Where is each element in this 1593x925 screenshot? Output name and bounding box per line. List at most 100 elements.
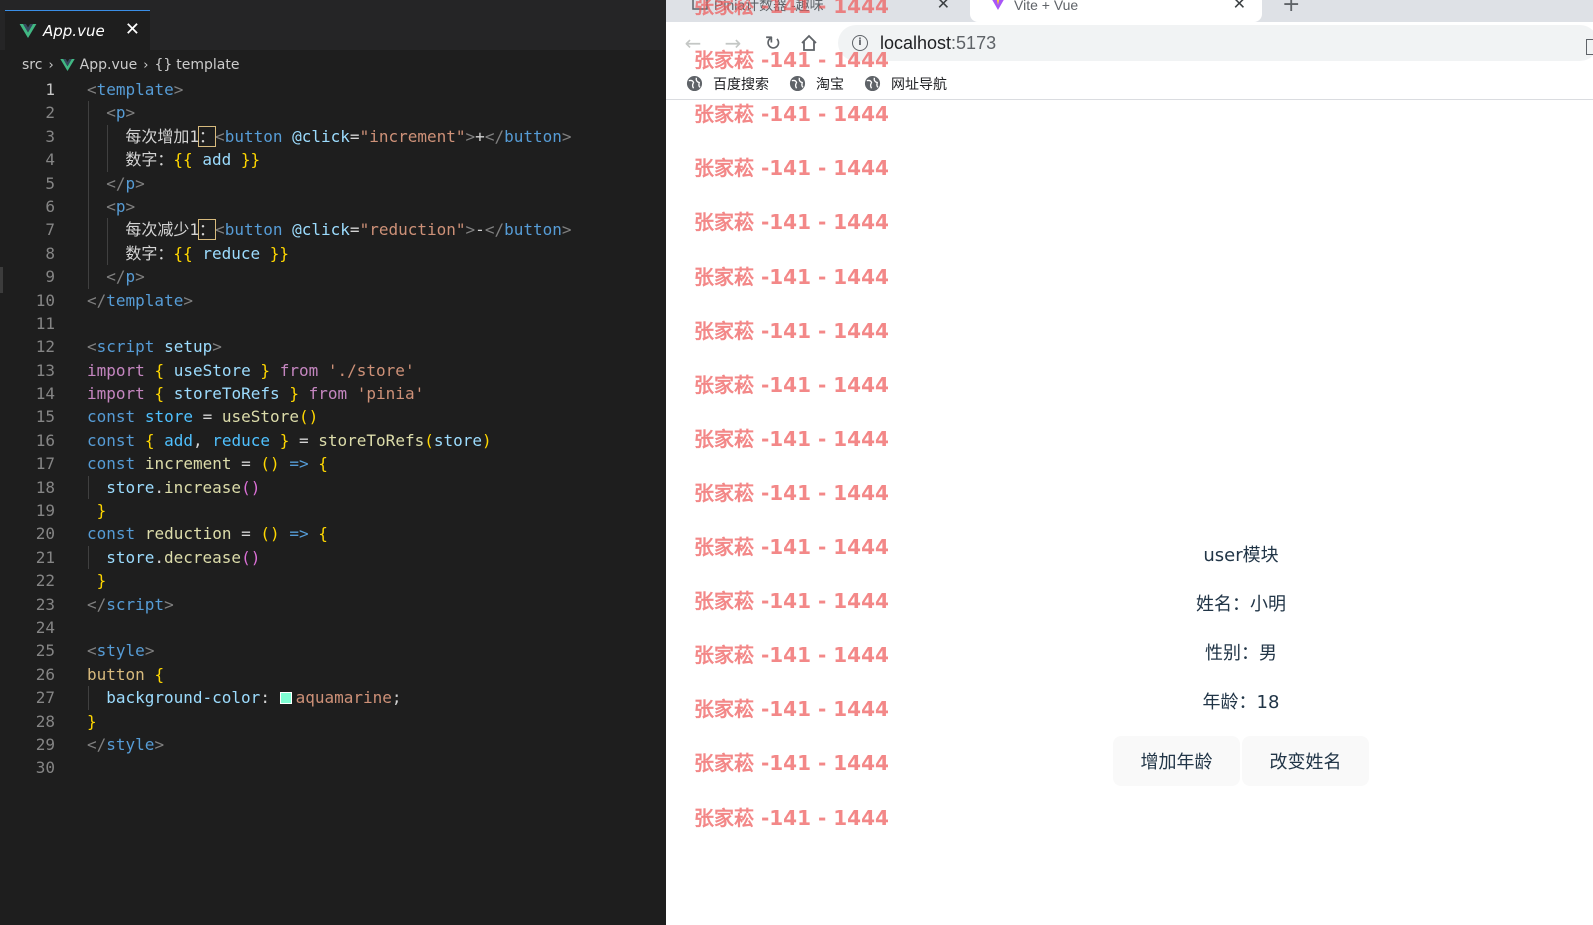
- line-number: 8: [45, 243, 55, 263]
- breadcrumb-folder[interactable]: src: [22, 57, 42, 73]
- line-number: 6: [45, 196, 55, 216]
- watermark-text: 张家菘 -141 - 1444: [694, 589, 889, 614]
- change-name-button[interactable]: 改变姓名: [1242, 736, 1369, 786]
- globe-icon: [789, 75, 806, 92]
- code-token: }: [289, 384, 299, 404]
- code-line[interactable]: 2 <p>: [0, 101, 666, 125]
- tab-app-vue[interactable]: App.vue ✕: [5, 10, 150, 50]
- line-number: 1: [45, 80, 55, 99]
- code-line[interactable]: 28}: [0, 710, 666, 733]
- code-line[interactable]: 22 }: [0, 569, 666, 592]
- code-text: }: [87, 710, 97, 733]
- code-line[interactable]: 6 <p>: [0, 194, 666, 219]
- code-token: const: [87, 454, 136, 474]
- code-line[interactable]: 7 每次减少1：<button @click="reduction">-</but…: [0, 218, 666, 242]
- code-line[interactable]: 8 数字：{{ reduce }}: [0, 241, 666, 266]
- breadcrumb-symbol[interactable]: template: [176, 57, 239, 73]
- code-token: =: [231, 454, 261, 474]
- code-token: =: [192, 407, 222, 427]
- code-line[interactable]: 4 数字：{{ add }}: [0, 148, 666, 172]
- code-line[interactable]: 12 <script setup>: [0, 335, 666, 358]
- breadcrumb-file[interactable]: App.vue: [80, 57, 138, 73]
- code-line[interactable]: 5 </p>: [0, 171, 666, 195]
- code-token: (: [424, 430, 434, 450]
- code-line[interactable]: 21 store.decrease(): [0, 545, 666, 570]
- code-line[interactable]: 20 const reduction = () => {: [0, 522, 666, 545]
- new-tab-button[interactable]: +: [1282, 0, 1300, 17]
- code-token: 数字：: [125, 243, 174, 263]
- code-line[interactable]: 10 </template>: [0, 289, 666, 312]
- bookmark-baidu[interactable]: 百度搜索: [686, 74, 769, 94]
- code-line[interactable]: 11: [0, 312, 666, 335]
- code-text: 数字：{{ add }}: [125, 148, 260, 171]
- code-text: <style>: [87, 639, 154, 662]
- code-token: script: [96, 337, 155, 357]
- line-number: 28: [35, 711, 55, 731]
- close-icon[interactable]: ✕: [937, 0, 950, 14]
- code-line[interactable]: 25 <style>: [0, 639, 666, 662]
- code-line[interactable]: 16 const { add, reduce } = storeToRefs(st…: [0, 429, 666, 452]
- address-bar[interactable]: i localhost:5173: [838, 25, 1593, 61]
- code-token: button: [504, 220, 562, 240]
- code-text: store.decrease(): [106, 546, 260, 569]
- code-line[interactable]: 13 import { useStore } from './store': [0, 359, 666, 382]
- code-line[interactable]: 30: [0, 756, 666, 779]
- code-line[interactable]: 3 每次增加1：<button @click="increment">+</but…: [0, 124, 666, 149]
- name-line: 姓名：小明: [1196, 594, 1286, 615]
- code-token: 'pinia': [356, 384, 425, 404]
- code-text: const { add, reduce } = storeToRefs(stor…: [87, 429, 492, 452]
- close-icon[interactable]: ✕: [1233, 0, 1246, 14]
- code-line[interactable]: 24: [0, 616, 666, 639]
- code-editor[interactable]: App.vue ✕ src › App.vue › {} template 1 <…: [0, 0, 666, 925]
- code-token: =>: [289, 454, 309, 474]
- line-number: 21: [35, 547, 55, 567]
- browser-tab-active[interactable]: Vite + Vue ✕: [970, 0, 1262, 22]
- close-icon[interactable]: ✕: [125, 20, 140, 40]
- code-line[interactable]: 1 <template>: [0, 78, 666, 101]
- code-token: .: [154, 547, 164, 567]
- code-token: const: [87, 407, 136, 427]
- watermark-text: 张家菘 -141 - 1444: [694, 751, 889, 776]
- code-token: 每次增加1: [125, 126, 200, 146]
- code-token: <: [87, 641, 97, 661]
- watermark-text: 张家菘 -141 - 1444: [694, 426, 889, 451]
- code-line[interactable]: 18 store.increase(): [0, 475, 666, 500]
- bookmark-nav[interactable]: 网址导航: [864, 74, 947, 94]
- code-line[interactable]: 19 }: [0, 499, 666, 522]
- increase-age-button[interactable]: 增加年龄: [1113, 736, 1240, 786]
- indent-guide: [107, 241, 109, 266]
- line-number: 27: [35, 688, 55, 708]
- code-token: >: [154, 734, 165, 754]
- code-line[interactable]: 17 const increment = () => {: [0, 452, 666, 475]
- indent-guide: [88, 101, 89, 125]
- line-number: 24: [35, 617, 55, 637]
- line-number: 13: [35, 360, 55, 380]
- code-lines[interactable]: 1 <template> 2 <p> 3 每次增加1：<button @click="in…: [0, 78, 666, 780]
- code-token: ): [482, 430, 492, 450]
- code-line[interactable]: 27 background-color: aquamarine;: [0, 686, 666, 710]
- watermark-text: 张家菘 -141 - 1444: [694, 697, 889, 722]
- code-token: >: [465, 126, 476, 146]
- vue-file-icon: [19, 23, 37, 38]
- code-token: storeToRefs: [318, 430, 425, 450]
- bookmark-taobao[interactable]: 淘宝: [789, 74, 844, 94]
- code-line[interactable]: 23 </script>: [0, 593, 666, 616]
- indent-guide: [88, 475, 89, 500]
- code-line[interactable]: 15 const store = useStore(): [0, 405, 666, 428]
- code-line[interactable]: 29 </style>: [0, 733, 666, 756]
- indent-guide: [88, 148, 89, 172]
- color-swatch-icon[interactable]: [279, 692, 292, 705]
- code-token: button: [224, 126, 283, 146]
- reading-list-icon[interactable]: [1586, 39, 1593, 55]
- code-token: aquamarine: [295, 688, 392, 708]
- code-line[interactable]: 14 import { storeToRefs } from 'pinia': [0, 382, 666, 405]
- code-line[interactable]: 26 button {: [0, 663, 666, 686]
- code-line[interactable]: 9 </p>: [0, 265, 666, 289]
